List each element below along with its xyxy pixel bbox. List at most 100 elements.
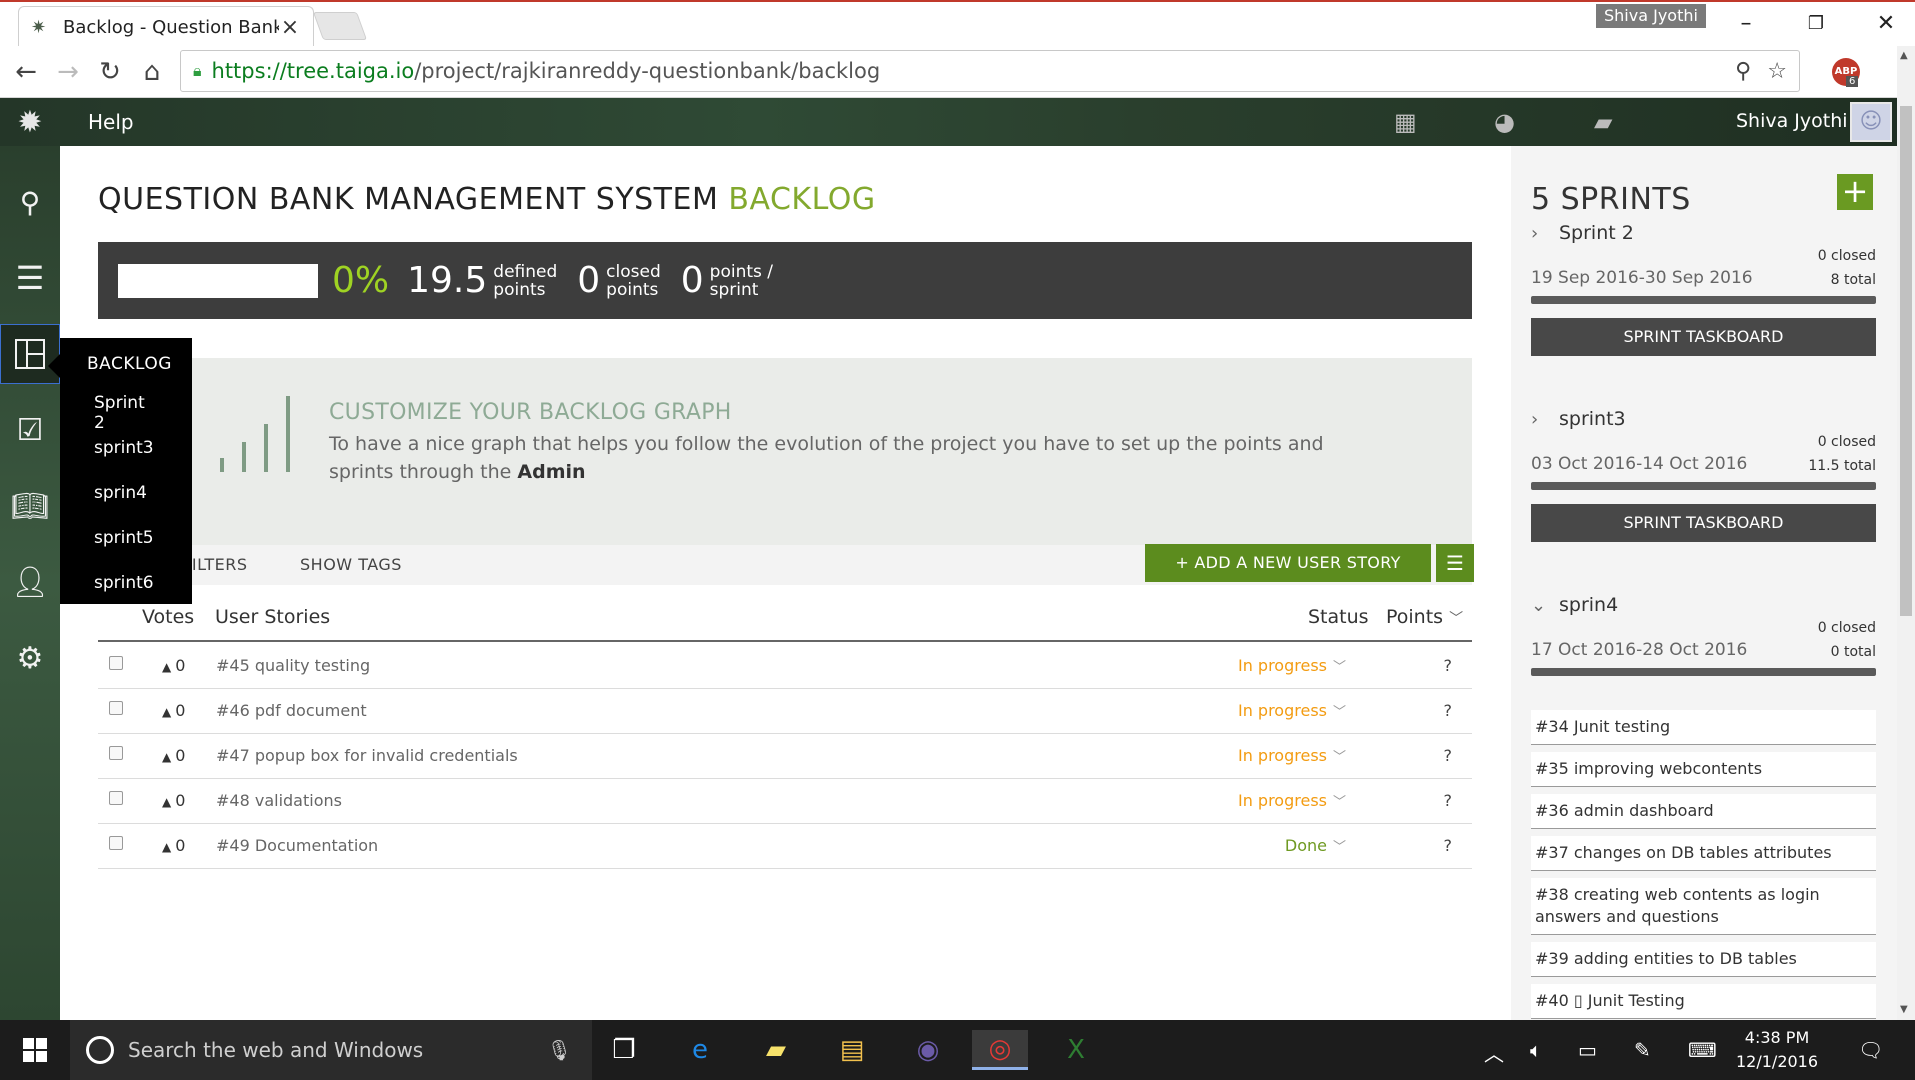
sprint-story-item[interactable]: #34 Junit testing xyxy=(1531,710,1876,745)
vote-count[interactable]: ▲ 0 xyxy=(162,791,185,810)
sprint-taskboard-button[interactable]: SPRINT TASKBOARD xyxy=(1531,318,1876,356)
points-value[interactable]: ? xyxy=(1444,836,1453,855)
status-dropdown[interactable]: In progress ﹀ xyxy=(1238,746,1346,765)
eclipse-icon[interactable]: ◉ xyxy=(900,1030,956,1070)
microphone-icon[interactable]: 🎙︎ xyxy=(547,1038,572,1062)
status-dropdown[interactable]: In progress ﹀ xyxy=(1238,701,1346,720)
menu-item-sprint[interactable]: Sprint 2 xyxy=(60,384,192,433)
task-view-icon[interactable]: ❐ xyxy=(596,1030,652,1070)
row-checkbox[interactable] xyxy=(109,836,123,850)
vote-count[interactable]: ▲ 0 xyxy=(162,656,185,675)
table-row[interactable]: ▲ 0 #47 popup box for invalid credentials… xyxy=(98,734,1472,779)
action-center-icon[interactable]: 🗨︎ xyxy=(1858,1038,1883,1062)
forward-icon[interactable]: → xyxy=(50,56,86,88)
sprint-story-item[interactable]: #35 improving webcontents xyxy=(1531,752,1876,787)
table-row[interactable]: ▲ 0 #45 quality testing In progress ﹀ ? xyxy=(98,644,1472,689)
notifications-icon[interactable]: ▰ xyxy=(1594,108,1612,136)
excel-icon[interactable]: X xyxy=(1048,1030,1104,1070)
search-icon[interactable]: ⚲ xyxy=(0,172,60,232)
battery-icon[interactable]: ▭ xyxy=(1578,1038,1597,1062)
points-value[interactable]: ? xyxy=(1444,656,1453,675)
sticky-notes-icon[interactable]: ▰ xyxy=(748,1030,804,1070)
show-tags-link[interactable]: SHOW TAGS xyxy=(300,555,402,574)
tray-chevron-up-icon[interactable]: ︿ xyxy=(1484,1038,1504,1067)
zoom-icon[interactable]: ⚲ xyxy=(1735,59,1751,84)
sprint-story-item[interactable]: #39 adding entities to DB tables xyxy=(1531,942,1876,977)
edge-browser-icon[interactable]: e xyxy=(672,1030,728,1070)
file-explorer-icon[interactable]: ▤ xyxy=(824,1030,880,1070)
status-dropdown[interactable]: Done ﹀ xyxy=(1285,836,1346,855)
bookmark-star-icon[interactable]: ☆ xyxy=(1767,59,1787,84)
sprint-taskboard-button[interactable]: SPRINT TASKBOARD xyxy=(1531,504,1876,542)
taiga-logo-icon[interactable]: ✹ xyxy=(0,98,60,146)
windows-start-icon[interactable] xyxy=(0,1020,70,1080)
row-checkbox[interactable] xyxy=(109,701,123,715)
row-checkbox[interactable] xyxy=(109,656,123,670)
sprint-name[interactable]: › sprint3 xyxy=(1531,408,1876,430)
sprint-story-item[interactable]: #40 ▯ Junit Testing xyxy=(1531,984,1876,1019)
menu-item-sprint[interactable]: sprint6 xyxy=(60,564,192,609)
taskbar-clock[interactable]: 4:38 PM 12/1/2016 xyxy=(1736,1026,1818,1074)
menu-title[interactable]: BACKLOG xyxy=(60,346,192,384)
home-icon[interactable]: ⌂ xyxy=(134,56,170,88)
menu-item-sprint[interactable]: sprin4 xyxy=(60,474,192,519)
vote-count[interactable]: ▲ 0 xyxy=(162,746,185,765)
points-value[interactable]: ? xyxy=(1444,701,1453,720)
settings-gear-icon[interactable]: ⚙ xyxy=(0,628,60,688)
wiki-book-icon[interactable]: 📖︎ xyxy=(0,476,60,536)
admin-link[interactable]: Admin xyxy=(517,461,585,483)
sprint-name[interactable]: ⌄ sprin4 xyxy=(1531,594,1876,616)
vote-count[interactable]: ▲ 0 xyxy=(162,701,185,720)
minimize-icon[interactable]: – xyxy=(1722,8,1770,40)
keyboard-icon[interactable]: ⌨ xyxy=(1688,1038,1717,1062)
help-link[interactable]: Help xyxy=(88,110,134,134)
points-value[interactable]: ? xyxy=(1444,746,1453,765)
status-dropdown[interactable]: In progress ﹀ xyxy=(1238,791,1346,810)
story-link[interactable]: #47 popup box for invalid credentials xyxy=(216,746,518,765)
taskbar-search[interactable]: Search the web and Windows 🎙︎ xyxy=(70,1020,592,1080)
add-user-story-button[interactable]: + ADD A NEW USER STORY xyxy=(1145,544,1431,582)
status-dropdown[interactable]: In progress ﹀ xyxy=(1238,656,1346,675)
story-link[interactable]: #46 pdf document xyxy=(216,701,367,720)
add-sprint-button[interactable]: + xyxy=(1837,174,1873,210)
points-value[interactable]: ? xyxy=(1444,791,1453,810)
table-row[interactable]: ▲ 0 #46 pdf document In progress ﹀ ? xyxy=(98,689,1472,734)
address-bar[interactable]: 🔒︎ https://tree.taiga.io /project/rajkir… xyxy=(180,50,1800,92)
close-window-icon[interactable]: ✕ xyxy=(1862,8,1910,40)
sprint-name[interactable]: › Sprint 2 xyxy=(1531,222,1876,244)
story-link[interactable]: #45 quality testing xyxy=(216,656,370,675)
row-checkbox[interactable] xyxy=(109,791,123,805)
chrome-icon[interactable]: ◎ xyxy=(972,1030,1028,1070)
points-header[interactable]: Points ﹀ xyxy=(1386,606,1463,628)
sprint-story-item[interactable]: #38 creating web contents as login answe… xyxy=(1531,878,1876,935)
page-scrollbar[interactable]: ▲ ▼ xyxy=(1897,46,1915,1020)
timeline-icon[interactable]: ☰ xyxy=(0,248,60,308)
story-link[interactable]: #48 validations xyxy=(216,791,342,810)
new-tab-button[interactable] xyxy=(312,12,368,40)
table-row[interactable]: ▲ 0 #48 validations In progress ﹀ ? xyxy=(98,779,1472,824)
team-icon[interactable]: 👤︎ xyxy=(0,552,60,612)
scroll-thumb[interactable] xyxy=(1900,106,1912,616)
browser-profile-chip[interactable]: Shiva Jyothi xyxy=(1596,4,1706,28)
restore-icon[interactable]: ❐ xyxy=(1792,8,1840,40)
row-checkbox[interactable] xyxy=(109,746,123,760)
discover-globe-icon[interactable]: ◕ xyxy=(1494,108,1515,136)
back-icon[interactable]: ← xyxy=(8,56,44,88)
vote-count[interactable]: ▲ 0 xyxy=(162,836,185,855)
reload-icon[interactable]: ↻ xyxy=(92,56,128,88)
table-row[interactable]: ▲ 0 #49 Documentation Done ﹀ ? xyxy=(98,824,1472,869)
sprint-story-item[interactable]: #36 admin dashboard xyxy=(1531,794,1876,829)
close-tab-icon[interactable]: × xyxy=(279,15,301,40)
avatar[interactable]: ☺ xyxy=(1850,102,1892,142)
menu-item-sprint[interactable]: sprint5 xyxy=(60,519,192,564)
volume-icon[interactable]: 🔈︎ xyxy=(1530,1038,1542,1062)
user-name[interactable]: Shiva Jyothi xyxy=(1736,110,1848,132)
projects-grid-icon[interactable]: ▦ xyxy=(1394,108,1417,136)
story-link[interactable]: #49 Documentation xyxy=(216,836,378,855)
pen-icon[interactable]: ✎ xyxy=(1634,1038,1651,1062)
kanban-checklist-icon[interactable]: ☑ xyxy=(0,400,60,460)
sprint-story-item[interactable]: #37 changes on DB tables attributes xyxy=(1531,836,1876,871)
bulk-add-list-icon[interactable]: ☰ xyxy=(1436,544,1474,582)
menu-item-sprint[interactable]: sprint3 xyxy=(60,429,192,474)
browser-tab[interactable]: ✷ Backlog - Question Bank × xyxy=(18,6,314,48)
